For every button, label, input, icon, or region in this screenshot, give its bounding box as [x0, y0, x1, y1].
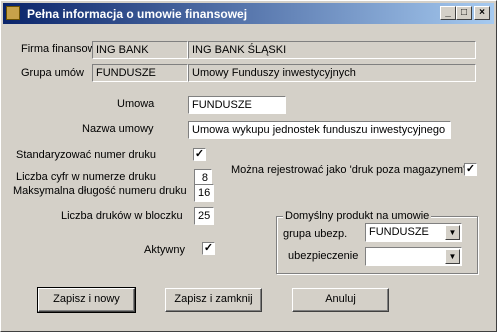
liczba-drukow-input[interactable]: 25 — [194, 207, 214, 225]
druk-poza-label: Można rejestrować jako 'druk poza magazy… — [231, 164, 466, 176]
umowa-input[interactable]: FUNDUSZE — [188, 96, 286, 114]
save-new-button[interactable]: Zapisz i nowy — [37, 287, 136, 313]
grupa-ubezp-select[interactable]: FUNDUSZE ▼ — [365, 223, 462, 242]
default-product-title: Domyślny produkt na umowie — [283, 210, 432, 222]
dialog-window: Pełna informacja o umowie finansowej _ □… — [0, 0, 497, 332]
close-button[interactable]: × — [474, 6, 490, 20]
grupa-name-field: Umowy Funduszy inwestycyjnych — [188, 64, 476, 82]
nazwa-input[interactable]: Umowa wykupu jednostek funduszu inwestyc… — [188, 121, 451, 139]
max-dlugosc-label: Maksymalna długość numeru druku — [13, 185, 187, 197]
save-close-button[interactable]: Zapisz i zamknij — [165, 288, 262, 312]
ubezpieczenie-label: ubezpieczenie — [288, 250, 359, 262]
title-bar[interactable]: Pełna informacja o umowie finansowej _ □… — [3, 3, 494, 24]
chevron-down-icon[interactable]: ▼ — [445, 225, 460, 240]
grupa-ubezp-label: grupa ubezp. — [283, 228, 348, 240]
firma-code-field: ING BANK — [92, 41, 188, 59]
app-icon — [6, 6, 20, 20]
standaryzowac-checkbox[interactable]: ✓ — [193, 148, 206, 161]
standaryzowac-label: Standaryzować numer druku — [16, 149, 157, 161]
firma-label: Firma finansowa — [21, 43, 102, 55]
max-dlugosc-input[interactable]: 16 — [194, 184, 214, 202]
umowa-label: Umowa — [117, 98, 155, 110]
firma-name-field: ING BANK ŚLĄSKI — [188, 41, 476, 59]
minimize-button[interactable]: _ — [440, 6, 456, 20]
maximize-button[interactable]: □ — [456, 6, 472, 20]
ubezpieczenie-select[interactable]: ▼ — [365, 247, 462, 266]
window-title: Pełna informacja o umowie finansowej — [27, 7, 248, 21]
chevron-down-icon[interactable]: ▼ — [445, 249, 460, 264]
grupa-ubezp-value: FUNDUSZE — [369, 226, 429, 238]
druk-poza-checkbox[interactable]: ✓ — [464, 163, 477, 176]
aktywny-checkbox[interactable]: ✓ — [202, 242, 215, 255]
grupa-label: Grupa umów — [21, 67, 84, 79]
liczba-cyfr-label: Liczba cyfr w numerze druku — [16, 171, 156, 183]
liczba-drukow-label: Liczba druków w bloczku — [61, 210, 183, 222]
grupa-code-field: FUNDUSZE — [92, 64, 188, 82]
cancel-button[interactable]: Anuluj — [292, 288, 389, 312]
nazwa-label: Nazwa umowy — [82, 123, 154, 135]
aktywny-label: Aktywny — [144, 244, 185, 256]
